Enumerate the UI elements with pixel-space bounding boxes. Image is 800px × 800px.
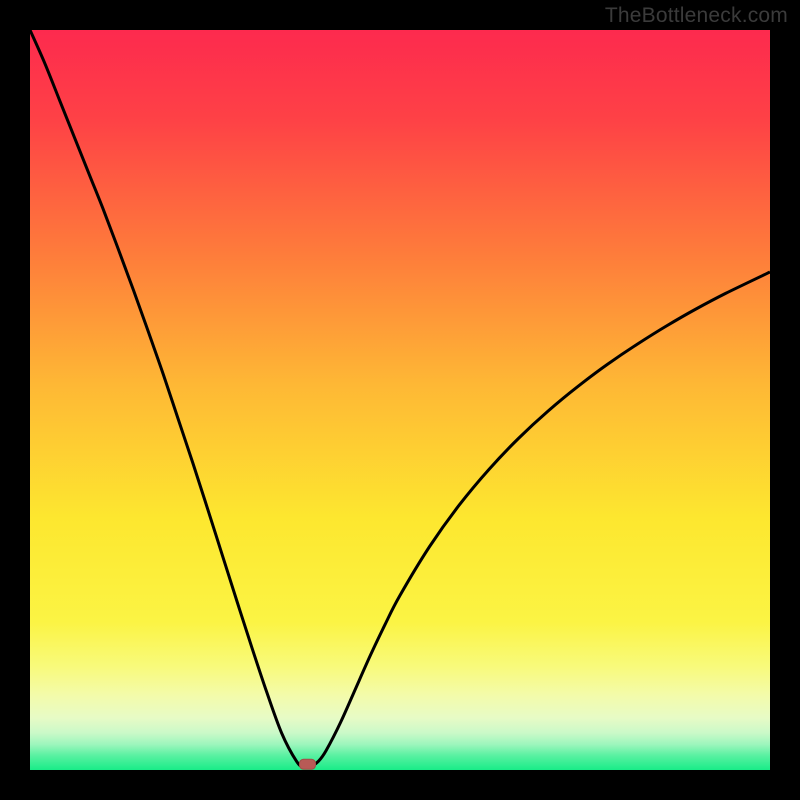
chart-svg <box>30 30 770 770</box>
gradient-background <box>30 30 770 770</box>
chart-container: TheBottleneck.com <box>0 0 800 800</box>
plot-area <box>30 30 770 770</box>
optimum-marker <box>300 759 316 769</box>
watermark-text: TheBottleneck.com <box>605 4 788 28</box>
